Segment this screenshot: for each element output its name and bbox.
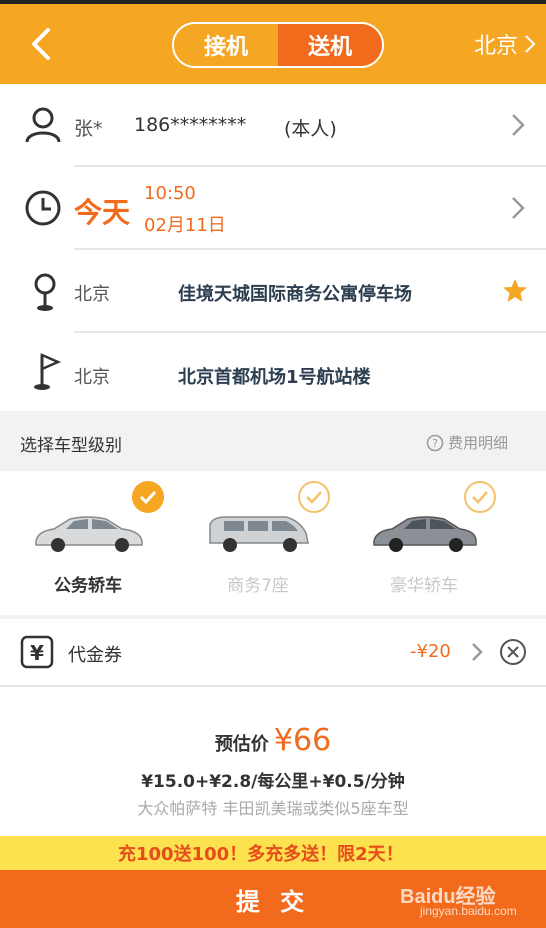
coupon-row[interactable]: ¥ 代金券 -¥20 — [0, 619, 546, 685]
pickup-dropoff-toggle: 接机 送机 — [172, 22, 384, 68]
origin-row[interactable]: 北京 佳境天城国际商务公寓停车场 — [0, 250, 546, 332]
svg-text:?: ? — [432, 437, 438, 450]
unselected-check-icon — [464, 481, 496, 513]
passenger-phone: 186******** — [134, 114, 247, 136]
origin-place: 佳境天城国际商务公寓停车场 — [178, 284, 412, 305]
help-icon: ? — [426, 434, 444, 451]
luxury-car-icon — [373, 516, 477, 552]
app-header: 接机 送机 北京 — [0, 4, 546, 84]
estimate-panel: 预估价 ¥66 ¥15.0+¥2.8/每公里+¥0.5/分钟 大众帕萨特 丰田凯… — [0, 687, 546, 836]
car-option-label: 豪华轿车 — [390, 576, 458, 596]
time-date: 02月11日 — [144, 215, 226, 236]
svg-text:¥: ¥ — [30, 641, 44, 665]
car-options: 公务轿车 商务7座 豪华轿车 — [0, 471, 546, 615]
destination-row[interactable]: 北京 北京首都机场1号航站楼 — [0, 333, 546, 411]
time-clock: 10:50 — [144, 183, 196, 204]
promo-banner[interactable]: 充100送100！多充多送！限2天！ — [0, 836, 546, 870]
favorite-star-icon[interactable] — [502, 278, 528, 304]
destination-city: 北京 — [74, 367, 110, 388]
coupon-amount: -¥20 — [410, 641, 451, 662]
fee-detail-label: 费用明细 — [448, 434, 509, 452]
estimate-line: 预估价 ¥66 — [0, 723, 546, 758]
mpv-car-icon — [209, 516, 309, 552]
close-circle-icon[interactable] — [498, 637, 528, 667]
back-arrow-icon[interactable] — [22, 24, 62, 64]
tab-dropoff[interactable]: 送机 — [278, 24, 382, 66]
section-title: 选择车型级别 — [20, 436, 122, 456]
passenger-name: 张* — [74, 118, 103, 140]
unselected-check-icon — [298, 481, 330, 513]
clock-icon — [25, 190, 61, 226]
car-option-label: 商务7座 — [227, 576, 289, 596]
time-day: 今天 — [74, 196, 131, 229]
estimate-price: ¥66 — [273, 723, 332, 758]
fare-formula: ¥15.0+¥2.8/每公里+¥0.5/分钟 — [141, 772, 405, 792]
car-type-section-header: 选择车型级别 ? 费用明细 — [0, 411, 546, 471]
chevron-right-icon — [512, 114, 525, 136]
coupon-label: 代金券 — [68, 645, 122, 666]
chevron-right-icon — [512, 197, 525, 219]
origin-city: 北京 — [74, 284, 110, 305]
selected-check-icon — [132, 481, 164, 513]
tab-pickup[interactable]: 接机 — [174, 24, 278, 66]
city-selector[interactable]: 北京 — [474, 28, 536, 60]
flag-icon — [34, 353, 62, 390]
person-icon — [25, 107, 61, 143]
time-row[interactable]: 今天 10:50 02月11日 — [0, 167, 546, 249]
car-models-note: 大众帕萨特 丰田凯美瑞或类似5座车型 — [137, 799, 409, 818]
destination-place: 北京首都机场1号航站楼 — [178, 367, 371, 388]
location-pin-icon — [34, 273, 56, 311]
passenger-tag: (本人) — [284, 118, 337, 140]
passenger-row[interactable]: 张* 186******** (本人) — [0, 84, 546, 166]
sedan-car-icon — [35, 516, 143, 552]
watermark-url: jingyan.baidu.com — [420, 904, 517, 918]
car-option-label: 公务轿车 — [54, 576, 122, 596]
city-label: 北京 — [473, 34, 518, 59]
chevron-right-icon — [525, 35, 536, 53]
estimate-prefix: 预估价 — [214, 734, 269, 755]
fee-detail-link[interactable]: ? 费用明细 — [426, 432, 508, 453]
yuan-coupon-icon: ¥ — [20, 635, 54, 669]
chevron-right-icon — [472, 643, 483, 661]
